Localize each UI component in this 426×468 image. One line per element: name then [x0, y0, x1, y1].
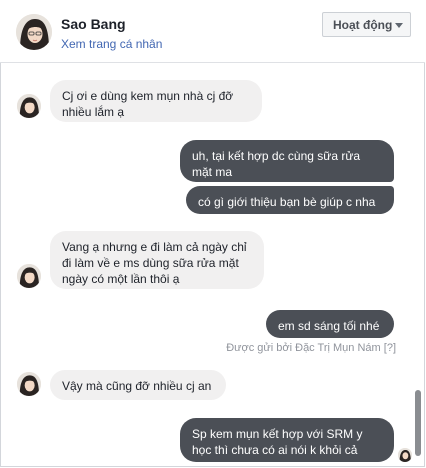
message-line: Cj ơi e dùng kem mụn nhà cj đỡ: [62, 89, 234, 103]
help-link[interactable]: [?]: [384, 342, 396, 354]
message-line: có gì giới thiệu bạn bè giúp c nha: [198, 195, 376, 209]
contact-avatar[interactable]: [16, 14, 52, 50]
message-line: uh, tại kết hợp dc cùng sữa rửa: [192, 149, 361, 163]
sent-by-text: Được gửi bởi Đặc Trị Mụn Nám: [226, 342, 381, 354]
message-line: nhiều lắm ạ: [62, 105, 125, 119]
message-outgoing[interactable]: uh, tại kết hợp dc cùng sữa rửa mặt ma: [180, 140, 394, 182]
message-line: đi làm về e ms dùng sữa rửa mặt: [62, 256, 239, 270]
message-incoming[interactable]: Vậy mà cũng đỡ nhiều cj an: [50, 370, 226, 400]
sent-by-note: Được gửi bởi Đặc Trị Mụn Nám [?]: [226, 342, 396, 354]
message-outgoing[interactable]: em sd sáng tối nhé: [266, 310, 394, 338]
scrollbar-thumb[interactable]: [415, 390, 421, 456]
view-profile-link[interactable]: Xem trang cá nhân: [61, 37, 162, 51]
message-incoming[interactable]: Cj ơi e dùng kem mụn nhà cj đỡ nhiều lắm…: [50, 80, 262, 122]
message-line: học thì chưa có ai nói k khỏi cả: [192, 443, 358, 457]
sender-avatar[interactable]: [17, 264, 41, 288]
message-line: em sd sáng tối nhé: [278, 319, 380, 333]
chevron-down-icon: [395, 23, 403, 28]
message-outgoing[interactable]: Sp kem mụn kết hợp với SRM y học thì chư…: [180, 418, 394, 462]
message-line: mặt ma: [192, 165, 233, 179]
sender-avatar[interactable]: [17, 372, 41, 396]
status-label: Hoạt động: [333, 18, 393, 32]
message-line: Vậy mà cũng đỡ nhiều cj an: [62, 379, 212, 393]
chat-header: Sao Bang Xem trang cá nhân Hoạt động: [0, 0, 425, 63]
sender-avatar[interactable]: [17, 94, 41, 118]
status-dropdown-button[interactable]: Hoạt động: [322, 12, 411, 37]
contact-name[interactable]: Sao Bang: [61, 16, 126, 32]
message-line: Vang ạ nhưng e đi làm cả ngày chỉ: [62, 240, 247, 254]
message-line: ngày có một lần thôi ạ: [62, 272, 180, 286]
message-incoming[interactable]: Vang ạ nhưng e đi làm cả ngày chỉ đi làm…: [50, 231, 264, 289]
seen-avatar: [398, 448, 412, 462]
message-line: Sp kem mụn kết hợp với SRM y: [192, 427, 363, 441]
message-outgoing[interactable]: có gì giới thiệu bạn bè giúp c nha: [186, 186, 394, 214]
